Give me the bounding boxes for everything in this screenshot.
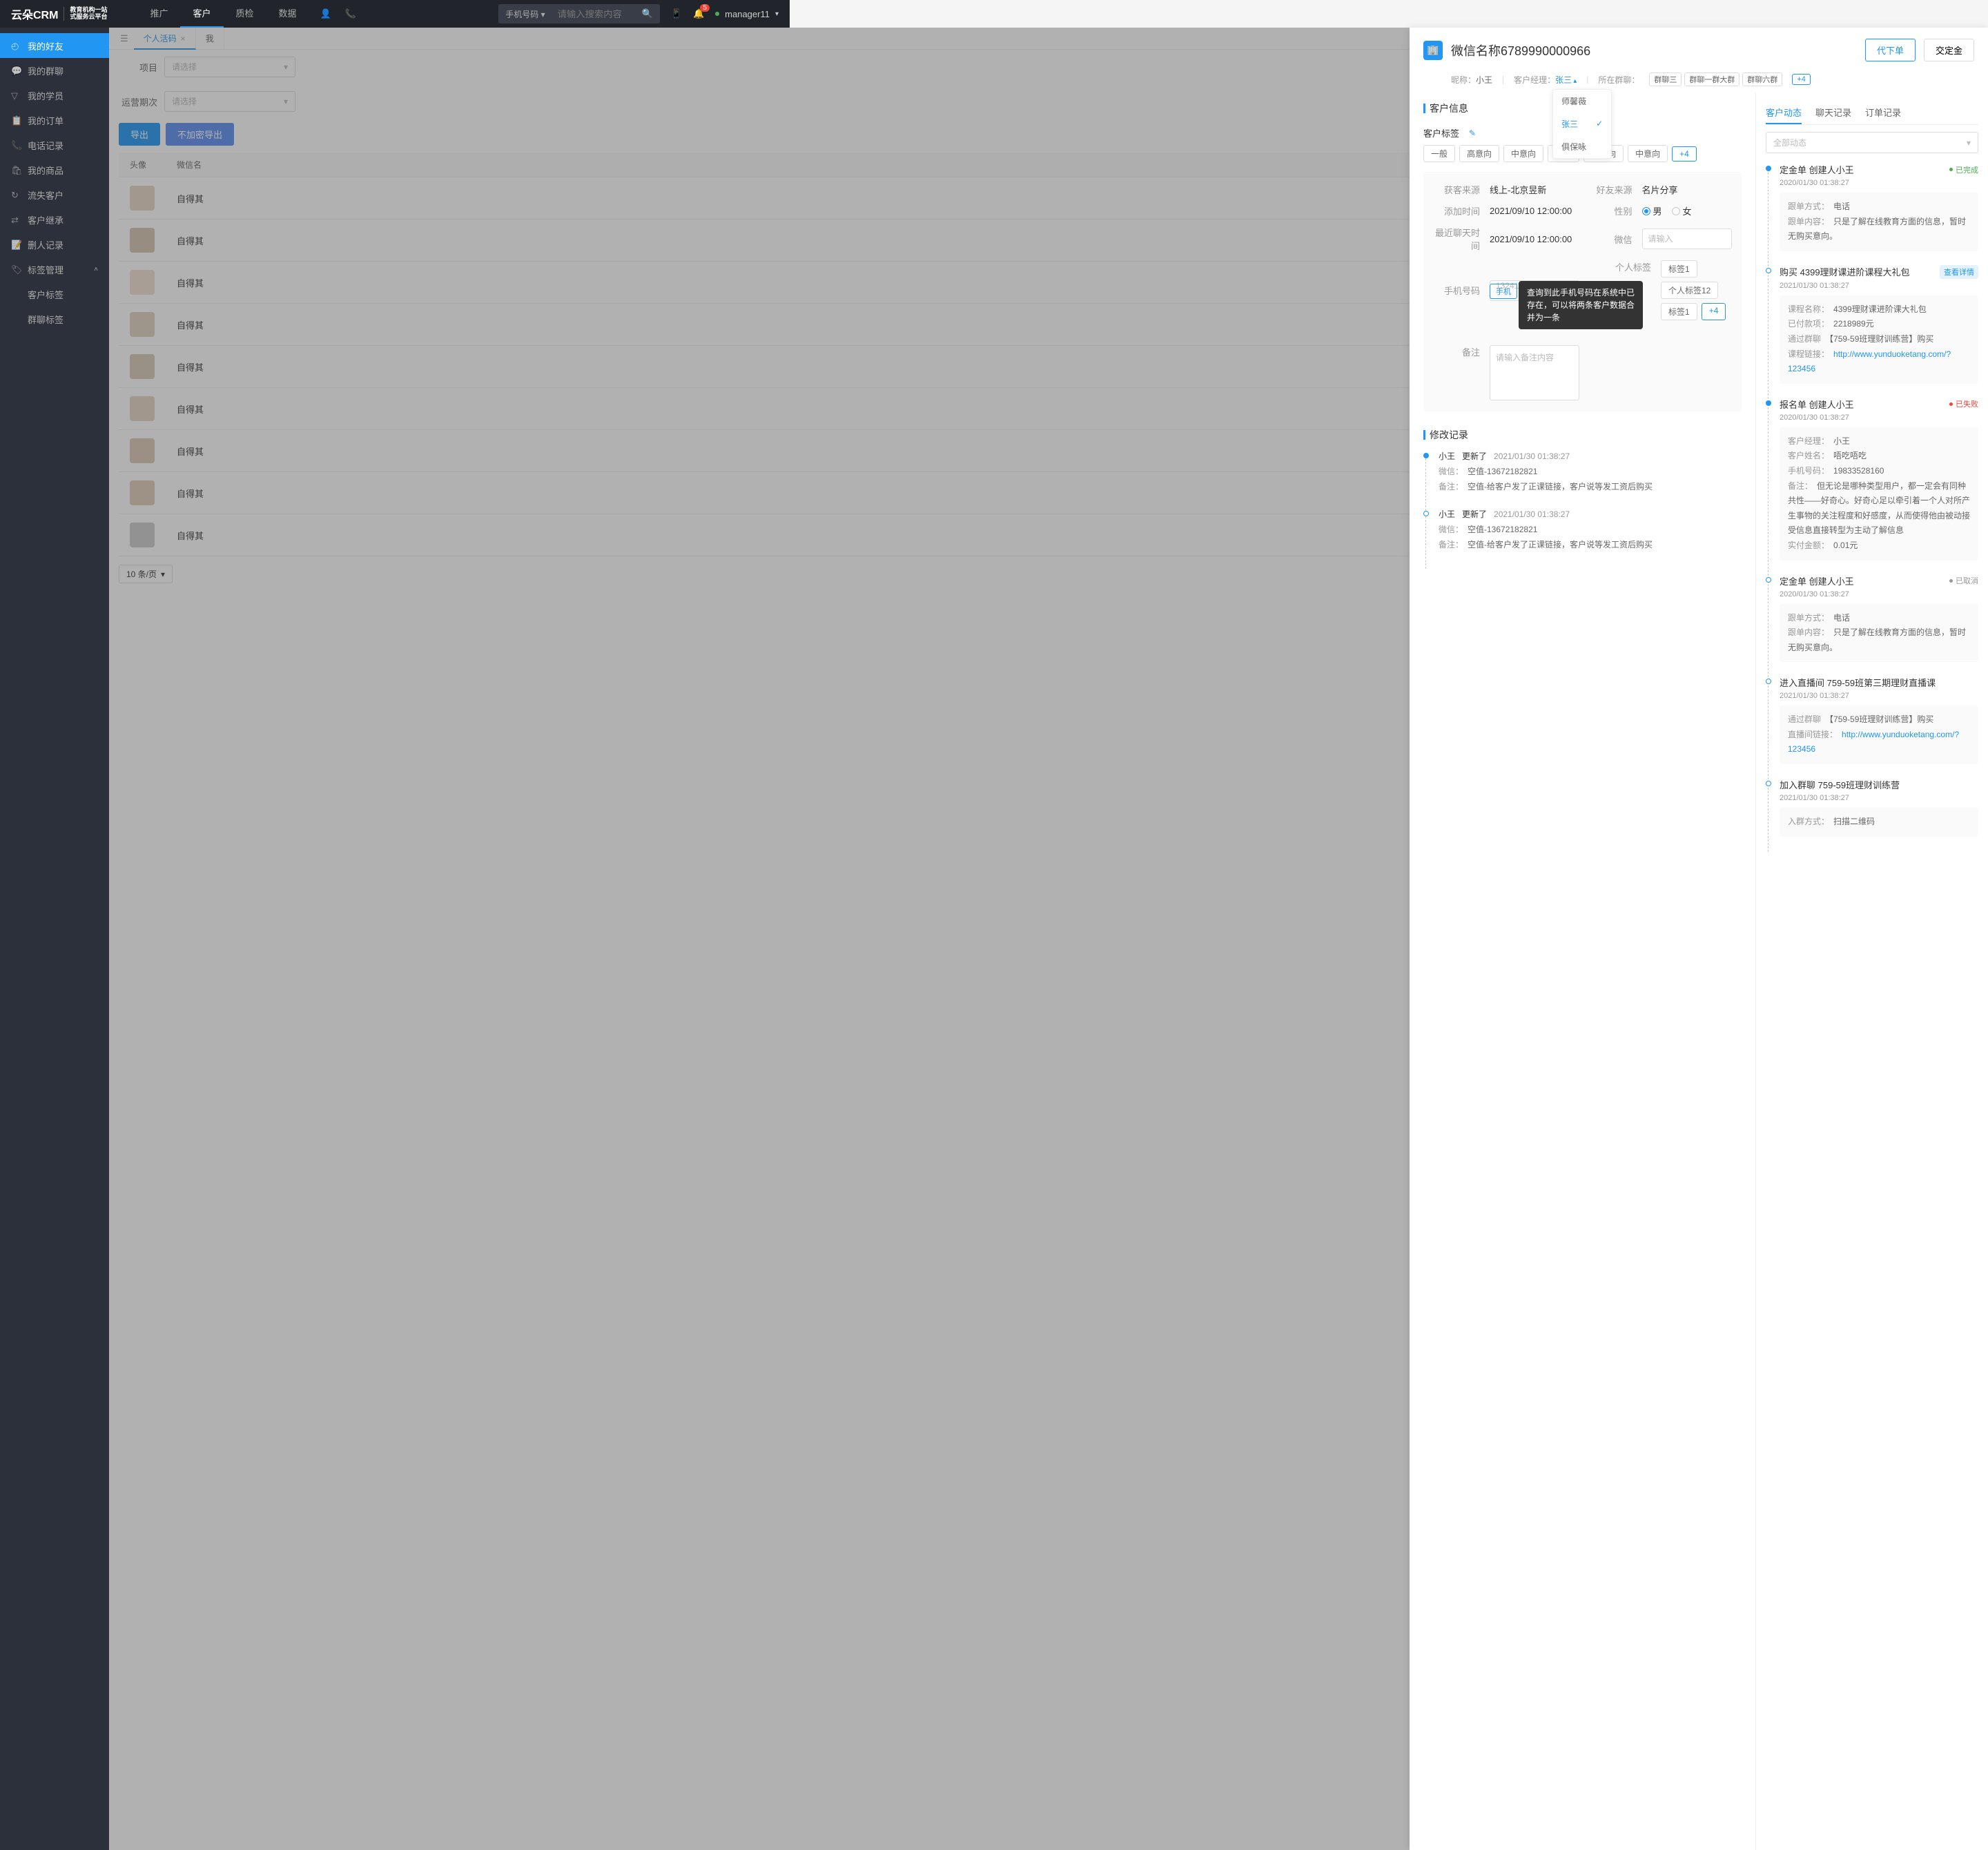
activity-filter-select[interactable]: 全部动态▾ bbox=[1766, 132, 1978, 153]
sidebar-icon: 📋 bbox=[11, 115, 21, 125]
sidebar-item-5[interactable]: 🛍我的商品 bbox=[0, 157, 109, 182]
customer-title: 微信名称6789990000966 bbox=[1451, 41, 1857, 59]
gender-male-radio[interactable]: 男 bbox=[1642, 204, 1662, 217]
customer-tag[interactable]: 高意向 bbox=[1459, 145, 1499, 162]
groups-more[interactable]: +4 bbox=[1792, 74, 1811, 85]
sidebar-icon: 🛍 bbox=[11, 165, 21, 175]
activity-item: 报名单 创建人小王已失败2020/01/30 01:38:27客户经理：小王客户… bbox=[1766, 398, 1978, 574]
search-icon[interactable]: 🔍 bbox=[635, 8, 660, 19]
right-tab-2[interactable]: 订单记录 bbox=[1865, 101, 1901, 124]
sidebar-item-7[interactable]: ⇄客户继承 bbox=[0, 207, 109, 232]
search-input[interactable] bbox=[552, 5, 635, 23]
notification-icon[interactable]: 🔔5 bbox=[693, 8, 704, 19]
phone-icon[interactable]: 📞 bbox=[345, 8, 356, 19]
sidebar-icon: 📝 bbox=[11, 240, 21, 249]
history-item: 小王更新了2021/01/30 01:38:27微信：空值-1367218282… bbox=[1423, 508, 1742, 566]
search-box: 手机号码 ▾ 🔍 bbox=[498, 4, 660, 23]
sidebar-icon: ◴ bbox=[11, 41, 21, 50]
customer-tag[interactable]: 中意向 bbox=[1503, 145, 1543, 162]
activity-status: 已取消 bbox=[1949, 575, 1978, 586]
edit-tags-icon[interactable]: ✎ bbox=[1469, 128, 1476, 138]
sidebar-item-9[interactable]: 🏷标签管理˄ bbox=[0, 257, 109, 282]
mobile-icon[interactable]: 📱 bbox=[671, 8, 682, 19]
ptags-more[interactable]: +4 bbox=[1702, 303, 1726, 320]
sidebar-icon: ▽ bbox=[11, 90, 21, 100]
nav-质检[interactable]: 质检 bbox=[224, 0, 266, 28]
sidebar-icon: ↻ bbox=[11, 190, 21, 199]
right-tab-1[interactable]: 聊天记录 bbox=[1815, 101, 1851, 124]
personal-tag[interactable]: 标签1 bbox=[1661, 260, 1697, 278]
sidebar-sub-客户标签[interactable]: 客户标签 bbox=[0, 282, 109, 306]
sidebar-sub-群聊标签[interactable]: 群聊标签 bbox=[0, 306, 109, 331]
sidebar-item-6[interactable]: ↻流失客户 bbox=[0, 182, 109, 207]
customer-avatar-icon: 🏢 bbox=[1423, 41, 1443, 60]
phone-tag-button[interactable]: 手机 bbox=[1490, 284, 1517, 299]
sidebar-item-0[interactable]: ◴我的好友 bbox=[0, 33, 109, 58]
status-dot bbox=[715, 12, 719, 16]
nav-客户[interactable]: 客户 bbox=[180, 0, 223, 28]
wechat-input[interactable] bbox=[1642, 228, 1732, 249]
sidebar-icon: ⇄ bbox=[11, 215, 21, 224]
sidebar-icon: 📞 bbox=[11, 140, 21, 150]
group-tag[interactable]: 群聊六群 bbox=[1742, 72, 1782, 86]
activity-status: 已完成 bbox=[1949, 164, 1978, 175]
sidebar-item-3[interactable]: 📋我的订单 bbox=[0, 108, 109, 133]
nav-推广[interactable]: 推广 bbox=[137, 0, 180, 28]
tags-more[interactable]: +4 bbox=[1672, 146, 1697, 162]
manager-dropdown: 师馨薇张三✓俱保咏 bbox=[1552, 89, 1612, 159]
sidebar-icon: 💬 bbox=[11, 66, 21, 75]
dropdown-option[interactable]: 师馨薇 bbox=[1553, 90, 1611, 113]
group-tag[interactable]: 群聊三 bbox=[1649, 72, 1682, 86]
activity-item: 购买 4399理财课进阶课程大礼包查看详情2021/01/30 01:38:27… bbox=[1766, 265, 1978, 398]
deposit-button[interactable]: 交定金 bbox=[1924, 39, 1974, 61]
personal-tag[interactable]: 个人标签12 bbox=[1661, 282, 1718, 299]
customer-drawer: 🏢 微信名称6789990000966 代下单 交定金 昵称：小王 | 客户经理… bbox=[1410, 28, 1988, 1850]
header: 云朵CRM 教育机构一站式服务云平台 推广客户质检数据 👤 📞 手机号码 ▾ 🔍… bbox=[0, 0, 790, 28]
activity-item: 加入群聊 759-59班理财训练营2021/01/30 01:38:27入群方式… bbox=[1766, 778, 1978, 850]
customer-tags-label: 客户标签 bbox=[1423, 126, 1459, 139]
phone-tooltip: 查询到此手机号码在系统中已存在，可以将两条客户数据合并为一条 bbox=[1519, 281, 1643, 329]
right-tabs: 客户动态聊天记录订单记录 bbox=[1766, 101, 1978, 125]
sidebar-item-8[interactable]: 📝删人记录 bbox=[0, 232, 109, 257]
dropdown-option[interactable]: 张三✓ bbox=[1553, 113, 1611, 135]
right-tab-0[interactable]: 客户动态 bbox=[1766, 101, 1802, 124]
customer-tag[interactable]: 中意向 bbox=[1628, 145, 1668, 162]
nav-数据[interactable]: 数据 bbox=[266, 0, 309, 28]
section-history: 修改记录 bbox=[1423, 428, 1742, 442]
personal-tag[interactable]: 标签1 bbox=[1661, 303, 1697, 320]
customer-tag[interactable]: 一般 bbox=[1423, 145, 1455, 162]
sidebar-item-2[interactable]: ▽我的学员 bbox=[0, 83, 109, 108]
activity-item: 进入直播间 759-59班第三期理财直播课2021/01/30 01:38:27… bbox=[1766, 676, 1978, 778]
user-menu[interactable]: manager11▾ bbox=[715, 9, 779, 19]
sidebar: ◴我的好友💬我的群聊▽我的学员📋我的订单📞电话记录🛍我的商品↻流失客户⇄客户继承… bbox=[0, 28, 109, 1850]
manager-select[interactable]: 张三▴ bbox=[1555, 75, 1577, 85]
top-nav: 推广客户质检数据 bbox=[137, 0, 309, 28]
dropdown-option[interactable]: 俱保咏 bbox=[1553, 135, 1611, 158]
history-item: 小王更新了2021/01/30 01:38:27微信：空值-1367218282… bbox=[1423, 450, 1742, 508]
remark-input[interactable] bbox=[1490, 345, 1579, 400]
group-tag[interactable]: 群聊一群大群 bbox=[1684, 72, 1740, 86]
activity-item: 定金单 创建人小王已完成2020/01/30 01:38:27跟单方式：电话跟单… bbox=[1766, 163, 1978, 265]
user-icon[interactable]: 👤 bbox=[320, 8, 331, 19]
sidebar-icon: 🏷 bbox=[11, 264, 21, 274]
logo: 云朵CRM 教育机构一站式服务云平台 bbox=[11, 6, 107, 22]
search-type-select[interactable]: 手机号码 ▾ bbox=[498, 8, 552, 20]
sidebar-item-1[interactable]: 💬我的群聊 bbox=[0, 58, 109, 83]
activity-status[interactable]: 查看详情 bbox=[1940, 265, 1978, 279]
activity-status: 已失败 bbox=[1949, 398, 1978, 409]
sidebar-item-4[interactable]: 📞电话记录 bbox=[0, 133, 109, 157]
gender-female-radio[interactable]: 女 bbox=[1672, 204, 1692, 217]
activity-item: 定金单 创建人小王已取消2020/01/30 01:38:27跟单方式：电话跟单… bbox=[1766, 574, 1978, 676]
proxy-order-button[interactable]: 代下单 bbox=[1865, 39, 1916, 61]
